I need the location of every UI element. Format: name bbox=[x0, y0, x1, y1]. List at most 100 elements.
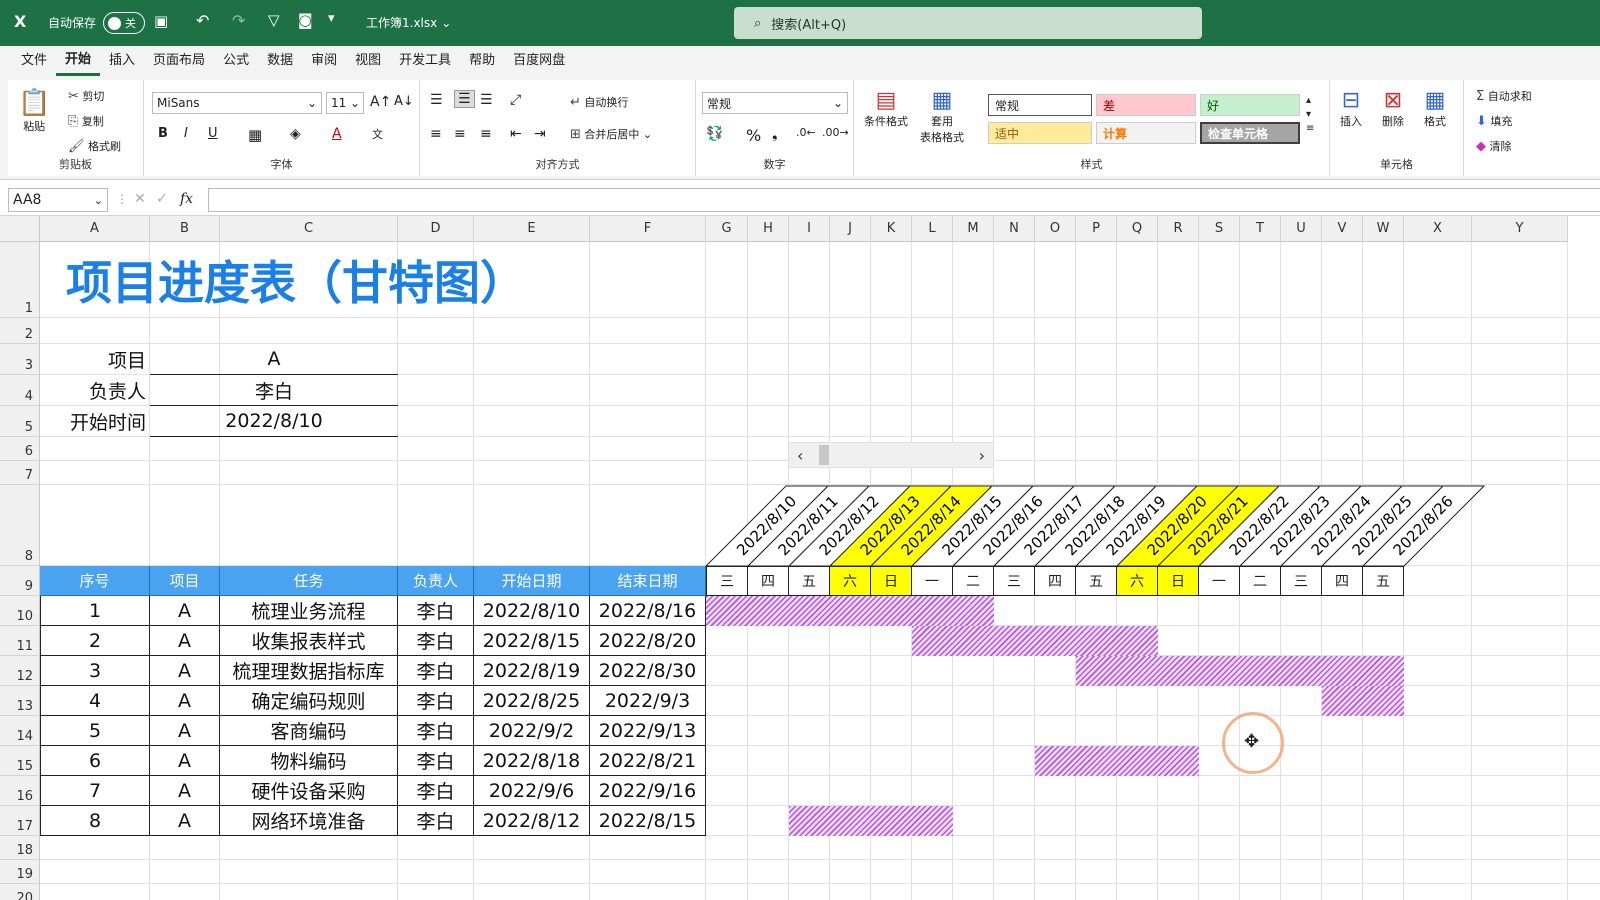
save-icon[interactable]: ▣ bbox=[154, 12, 168, 30]
redo-icon[interactable]: ↷ bbox=[232, 11, 245, 30]
insert-cells-button[interactable]: ⊟ 插入 bbox=[1340, 88, 1362, 129]
column-header-J[interactable]: J bbox=[830, 216, 871, 242]
row-header-6[interactable]: 6 bbox=[0, 437, 40, 461]
font-name-select[interactable]: MiSans ⌄ bbox=[152, 92, 322, 114]
row-header-8[interactable]: 8 bbox=[0, 485, 40, 566]
font-size-select[interactable]: 11 ⌄ bbox=[326, 92, 364, 114]
menu-item-1[interactable]: 开始 bbox=[56, 47, 101, 76]
row-header-1[interactable]: 1 bbox=[0, 242, 40, 318]
row-header-16[interactable]: 16 bbox=[0, 776, 40, 806]
font-color-icon[interactable]: A bbox=[332, 126, 342, 142]
phonetic-icon[interactable]: 文 bbox=[372, 126, 383, 142]
row-header-7[interactable]: 7 bbox=[0, 461, 40, 485]
row-header-2[interactable]: 2 bbox=[0, 318, 40, 344]
column-header-I[interactable]: I bbox=[789, 216, 830, 242]
autosum-button[interactable]: Σ 自动求和 bbox=[1476, 88, 1532, 104]
scrollbar-control[interactable]: ‹ › bbox=[788, 442, 994, 468]
style-check-cell[interactable]: 检查单元格 bbox=[1200, 122, 1300, 144]
formula-input[interactable] bbox=[208, 188, 1600, 212]
row-header-9[interactable]: 9 bbox=[0, 566, 40, 596]
decrease-indent-icon[interactable]: ⇤ bbox=[510, 126, 522, 142]
increase-decimal-icon[interactable]: .0← bbox=[796, 126, 816, 139]
menu-item-4[interactable]: 公式 bbox=[214, 46, 258, 76]
align-right-icon[interactable]: ≡ bbox=[480, 126, 492, 142]
column-header-G[interactable]: G bbox=[706, 216, 748, 242]
enter-icon[interactable]: ✓ bbox=[156, 191, 168, 207]
column-header-N[interactable]: N bbox=[994, 216, 1035, 242]
style-calculation[interactable]: 计算 bbox=[1096, 122, 1196, 144]
copy-button[interactable]: ⎘ 复制 bbox=[68, 113, 104, 129]
underline-button[interactable]: U bbox=[208, 126, 218, 141]
column-header-K[interactable]: K bbox=[871, 216, 912, 242]
align-bottom-icon[interactable]: ☰ bbox=[480, 92, 493, 108]
menu-item-7[interactable]: 视图 bbox=[346, 46, 390, 76]
wrap-text-button[interactable]: ↵ 自动换行 bbox=[570, 94, 628, 110]
row-header-13[interactable]: 13 bbox=[0, 686, 40, 716]
column-header-X[interactable]: X bbox=[1404, 216, 1472, 242]
menu-item-2[interactable]: 插入 bbox=[100, 46, 144, 76]
menu-item-0[interactable]: 文件 bbox=[12, 46, 56, 76]
scroll-left-icon[interactable]: ‹ bbox=[797, 446, 803, 465]
name-box[interactable]: AA8 ⌄ bbox=[8, 188, 108, 212]
column-header-L[interactable]: L bbox=[912, 216, 953, 242]
shrink-font-icon[interactable]: A↓ bbox=[394, 94, 414, 109]
delete-cells-button[interactable]: ⊠ 删除 bbox=[1382, 88, 1404, 129]
scroll-thumb[interactable] bbox=[819, 445, 829, 465]
select-all-corner[interactable] bbox=[0, 216, 40, 242]
search-box[interactable]: ⌕ 搜索(Alt+Q) bbox=[734, 7, 1202, 39]
row-header-11[interactable]: 11 bbox=[0, 626, 40, 656]
align-center-icon[interactable]: ≡ bbox=[454, 126, 466, 142]
fill-color-icon[interactable]: ◈ bbox=[290, 126, 301, 142]
worksheet-grid[interactable]: A B C D E F G H I J K L M N O P Q R S T U V W X Y 1 2 3 4 5 6 7 8 9 10 11 12… bbox=[0, 216, 1600, 900]
grow-font-icon[interactable]: A↑ bbox=[370, 94, 391, 110]
autosave-toggle[interactable]: 关 bbox=[103, 12, 145, 34]
conditional-format-button[interactable]: ▤ 条件格式 bbox=[864, 88, 908, 129]
column-header-U[interactable]: U bbox=[1281, 216, 1322, 242]
style-normal[interactable]: 常规 bbox=[988, 94, 1092, 116]
column-header-R[interactable]: R bbox=[1158, 216, 1199, 242]
bold-button[interactable]: B bbox=[158, 126, 168, 141]
clear-button[interactable]: ◆ 清除 bbox=[1476, 138, 1512, 154]
style-neutral[interactable]: 适中 bbox=[988, 122, 1092, 144]
column-header-A[interactable]: A bbox=[40, 216, 150, 242]
align-middle-icon[interactable]: ☰ bbox=[454, 90, 475, 108]
cut-button[interactable]: ✂ 剪切 bbox=[68, 88, 104, 104]
row-header-3[interactable]: 3 bbox=[0, 344, 40, 375]
menu-item-8[interactable]: 开发工具 bbox=[390, 46, 460, 76]
column-header-E[interactable]: E bbox=[474, 216, 590, 242]
row-header-5[interactable]: 5 bbox=[0, 406, 40, 437]
customize-qat-icon[interactable]: ▾ bbox=[328, 11, 335, 26]
column-header-O[interactable]: O bbox=[1035, 216, 1076, 242]
merge-center-button[interactable]: ⊞ 合并后居中 ⌄ bbox=[570, 126, 652, 142]
column-header-Y[interactable]: Y bbox=[1472, 216, 1568, 242]
camera-icon[interactable]: ◙ bbox=[298, 11, 313, 29]
format-as-table-button[interactable]: ▦ 套用 表格格式 bbox=[920, 88, 964, 145]
column-header-W[interactable]: W bbox=[1363, 216, 1404, 242]
column-header-D[interactable]: D bbox=[398, 216, 474, 242]
increase-indent-icon[interactable]: ⇥ bbox=[534, 126, 546, 142]
styles-scroll-icon[interactable]: ▴ ▾ ≡ bbox=[1306, 94, 1314, 136]
insert-function-icon[interactable]: fx bbox=[180, 191, 193, 207]
row-header-10[interactable]: 10 bbox=[0, 596, 40, 626]
column-header-H[interactable]: H bbox=[748, 216, 789, 242]
style-good[interactable]: 好 bbox=[1200, 94, 1300, 116]
orientation-icon[interactable]: ⤢ bbox=[510, 92, 521, 108]
paste-button[interactable]: 📋 粘贴 bbox=[18, 88, 50, 134]
align-left-icon[interactable]: ≡ bbox=[430, 126, 442, 142]
column-header-C[interactable]: C bbox=[220, 216, 398, 242]
column-header-V[interactable]: V bbox=[1322, 216, 1363, 242]
row-header-17[interactable]: 17 bbox=[0, 806, 40, 836]
decrease-decimal-icon[interactable]: .00→ bbox=[822, 126, 849, 139]
number-format-select[interactable]: 常规 ⌄ bbox=[702, 92, 848, 114]
menu-item-3[interactable]: 页面布局 bbox=[144, 46, 214, 76]
comma-icon[interactable]: ❟ bbox=[772, 126, 778, 142]
fill-button[interactable]: ⬇ 填充 bbox=[1476, 113, 1512, 129]
filter-icon[interactable]: ▽ bbox=[268, 11, 280, 29]
percent-icon[interactable]: % bbox=[746, 126, 761, 145]
row-header-15[interactable]: 15 bbox=[0, 746, 40, 776]
align-top-icon[interactable]: ☰ bbox=[430, 92, 443, 108]
row-header-12[interactable]: 12 bbox=[0, 656, 40, 686]
file-name[interactable]: 工作簿1.xlsx ⌄ bbox=[366, 14, 451, 31]
menu-item-5[interactable]: 数据 bbox=[258, 46, 302, 76]
menu-item-6[interactable]: 审阅 bbox=[302, 46, 346, 76]
